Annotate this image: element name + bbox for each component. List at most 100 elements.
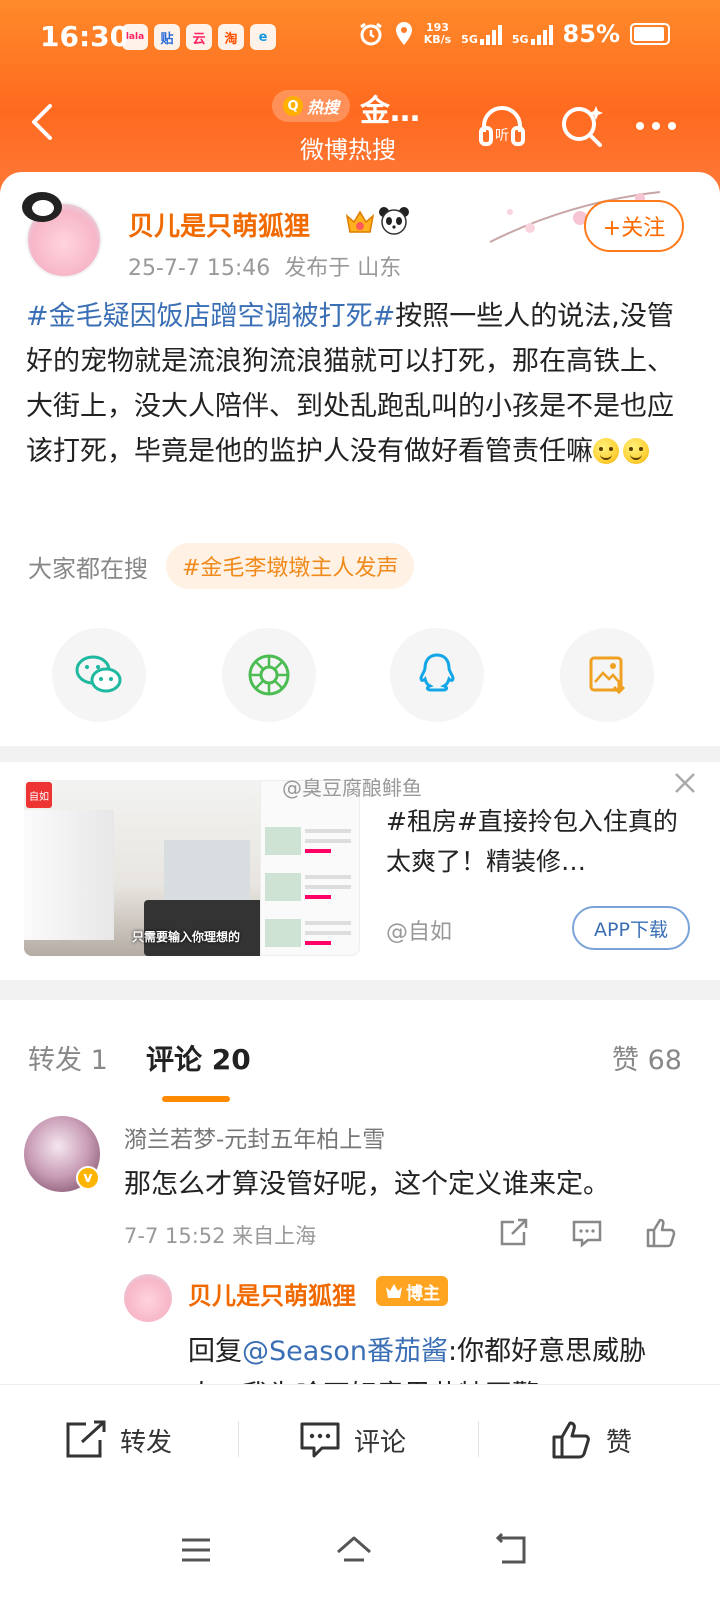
ad-image-listings[interactable]	[260, 780, 360, 956]
moments-icon	[248, 654, 290, 696]
comment-meta: 7-7 15:52 来自上海	[124, 1224, 317, 1248]
status-right: 193 KB/s 5G 5G 85%	[358, 20, 670, 48]
notification-app-icon: e	[250, 24, 276, 50]
reply-author-name[interactable]: 贝儿是只萌狐狸	[188, 1276, 356, 1311]
page-title[interactable]: 金…	[360, 86, 420, 130]
qq-icon	[419, 653, 455, 692]
repost-button[interactable]: 转发	[64, 1415, 172, 1465]
top-nav: Q 热搜 金… 微博热搜 听	[0, 80, 720, 170]
back-nav-icon[interactable]	[492, 1530, 532, 1570]
ad-image-part	[164, 840, 250, 908]
ad-text[interactable]: #租房#直接拎包入住真的太爽了！精装修…	[386, 802, 686, 882]
search-sparkle-icon[interactable]	[556, 100, 608, 152]
author-name[interactable]: 贝儿是只萌狐狸	[128, 206, 310, 243]
wechat-share-button[interactable]	[52, 628, 146, 722]
more-icon[interactable]	[630, 100, 682, 152]
section-divider	[0, 980, 720, 1000]
post-body: #金毛疑因饭店蹭空调被打死#按照一些人的说法,没管好的宠物就是流浪狗流浪猫就可以…	[26, 294, 694, 474]
post-timestamp: 25-7-7 15:46	[128, 256, 271, 281]
svg-text:听: 听	[495, 128, 509, 144]
comment-reply-icon[interactable]	[570, 1216, 604, 1250]
ad-image-room[interactable]: 自如 只需要输入你理想的	[24, 780, 260, 956]
signal-bars-icon	[479, 23, 502, 45]
listing-line	[305, 829, 351, 833]
hot-search-chip[interactable]: Q 热搜	[272, 90, 350, 122]
reply-author-avatar[interactable]	[124, 1274, 172, 1322]
notification-app-icon: 贴	[154, 24, 180, 50]
notification-app-icon: lala	[122, 24, 148, 50]
post-location: 发布于 山东	[284, 256, 402, 281]
save-image-button[interactable]	[560, 628, 654, 722]
net-speed-unit: KB/s	[423, 33, 452, 46]
signal-label: 5G	[511, 33, 529, 46]
listing-thumb-image	[265, 919, 301, 947]
net-speed: 193 KB/s	[424, 22, 451, 46]
listing-line	[305, 839, 351, 843]
active-tab-indicator	[162, 1096, 230, 1102]
app-download-button[interactable]: APP下载	[572, 906, 690, 950]
reply-mention[interactable]: @Season番茄酱	[242, 1336, 448, 1367]
everyone-searching: 大家都在搜 #金毛李墩墩主人发声	[28, 543, 415, 589]
post-card: 贝儿是只萌狐狸 25-7-7 15:46 发布于 山东 +关注 #金毛疑因饭店蹭…	[0, 172, 720, 762]
tab-comments[interactable]: 评论 20	[146, 1038, 251, 1078]
tab-likes[interactable]: 赞 68	[612, 1038, 682, 1077]
listing-line	[305, 931, 351, 935]
follow-button[interactable]: +关注	[584, 200, 684, 252]
listing-thumb-image	[265, 827, 301, 855]
status-time: 16:30	[40, 20, 130, 53]
status-bar: 16:30 lala 贴 云 淘 e 193 KB/s 5G 5G 85%	[0, 0, 720, 76]
repost-label: 转发	[120, 1427, 173, 1458]
home-icon[interactable]	[334, 1530, 374, 1570]
listing-thumb	[265, 919, 355, 959]
back-icon[interactable]	[24, 102, 64, 142]
section-divider	[0, 746, 720, 762]
signal-bars-icon	[530, 23, 553, 45]
smile-emoji-icon	[623, 438, 649, 464]
comment-share-icon[interactable]	[496, 1216, 530, 1250]
blogger-badge: 博主	[376, 1276, 448, 1306]
tab-repost[interactable]: 转发 1	[28, 1038, 108, 1077]
battery-icon	[630, 23, 670, 45]
author-avatar[interactable]	[22, 192, 102, 278]
related-search-chip[interactable]: #金毛李墩墩主人发声	[166, 543, 415, 589]
like-icon	[552, 1421, 590, 1459]
signal-1: 5G	[461, 23, 502, 45]
post-hashtag[interactable]: #金毛疑因饭店蹭空调被打死#	[26, 301, 395, 332]
menu-icon[interactable]	[176, 1530, 216, 1570]
crown-badge-icon	[386, 1284, 402, 1298]
notification-app-icon: 云	[186, 24, 212, 50]
crown-badge-icon	[345, 210, 375, 233]
listing-price	[305, 895, 331, 899]
page-subtitle: 微博热搜	[300, 136, 396, 164]
listen-icon[interactable]: 听	[476, 100, 528, 152]
system-nav-bar	[0, 1494, 720, 1600]
moments-share-button[interactable]	[222, 628, 316, 722]
close-icon[interactable]	[672, 770, 698, 796]
reply-prefix: 回复	[188, 1336, 242, 1367]
search-badge-icon: Q	[282, 96, 303, 116]
reply-text[interactable]: 回复@Season番茄酱:你都好意思威胁人，我为啥不好意思艾特网警?	[188, 1330, 688, 1384]
listing-thumb	[265, 827, 355, 867]
wechat-icon	[75, 655, 122, 693]
interaction-tabs: 转发 1 评论 20 赞 68	[0, 1000, 720, 1112]
alarm-icon	[359, 22, 382, 46]
like-label: 赞	[606, 1427, 633, 1458]
battery-percent: 85%	[562, 20, 620, 48]
listing-line	[305, 921, 351, 925]
signal-2: 5G	[512, 23, 553, 45]
repost-icon	[66, 1420, 106, 1458]
qq-share-button[interactable]	[390, 628, 484, 722]
bottom-action-bar: 转发 评论 赞	[0, 1384, 720, 1494]
ad-card[interactable]: 自如 只需要输入你理想的 @臭豆腐酿鲱鱼 #租房#直接拎包入住真的太爽了！精装修…	[0, 762, 720, 980]
commenter-name[interactable]: 漪兰若梦-元封五年柏上雪	[124, 1120, 385, 1154]
notification-app-icon: 淘	[218, 24, 244, 50]
status-app-icons: lala 贴 云 淘 e	[122, 24, 276, 50]
comment-button[interactable]: 评论	[298, 1415, 406, 1465]
comment-text[interactable]: 那怎么才算没管好呢，这个定义谁来定。	[124, 1162, 610, 1201]
comment-like-icon[interactable]	[644, 1216, 678, 1250]
like-button[interactable]: 赞	[550, 1415, 632, 1465]
comment-label: 评论	[354, 1427, 407, 1458]
save-image-icon	[589, 656, 626, 695]
ad-watermark: @臭豆腐酿鲱鱼	[282, 776, 422, 800]
ad-source[interactable]: @自如	[386, 914, 452, 946]
